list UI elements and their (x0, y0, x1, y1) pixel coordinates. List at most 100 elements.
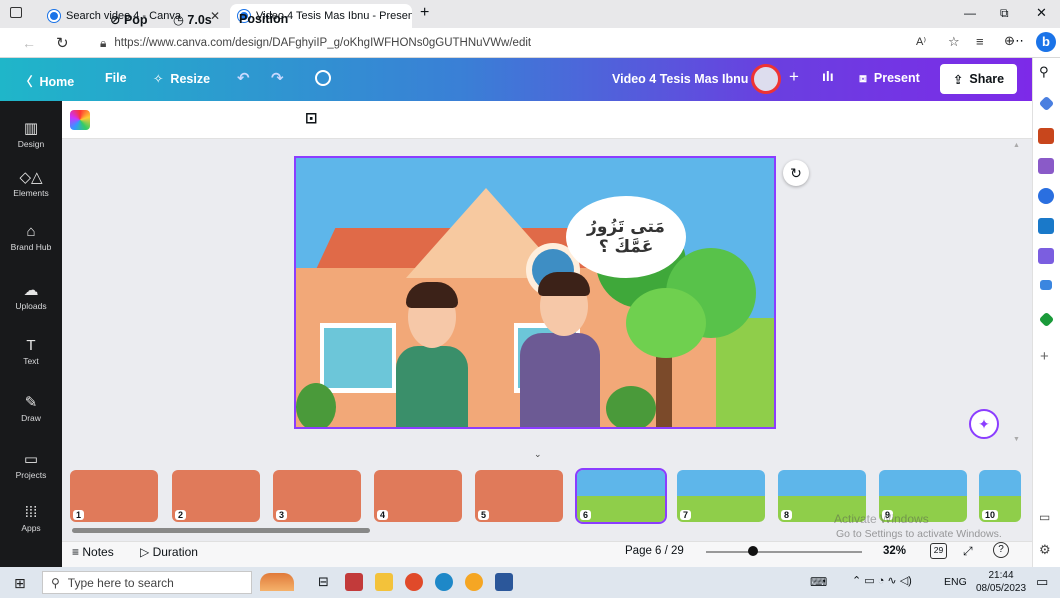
folder-icon: ▭ (23, 451, 39, 468)
boy-right-body (520, 333, 600, 427)
url-field[interactable]: 🔒︎ https://www.canva.com/design/DAFghyiI… (100, 32, 840, 54)
fullscreen-icon[interactable]: ⤢ (963, 544, 973, 559)
app-icon[interactable] (345, 573, 363, 591)
tab-actions-icon[interactable] (10, 7, 22, 18)
favorites-list-icon[interactable]: ≡ (976, 34, 984, 49)
rail-brand-hub[interactable]: ⌂ Brand Hub (0, 223, 62, 252)
language-indicator[interactable]: ENG (944, 576, 967, 588)
slide-canvas[interactable]: مَتى تَزُورُ عَمَّكَ ؟ (294, 156, 776, 429)
play-icon: ▷ (140, 545, 150, 559)
page-indicator[interactable]: Page 6 / 29 (625, 545, 684, 557)
thumbnail[interactable]: 10 (979, 470, 1021, 522)
insights-icon[interactable]: ılı (822, 68, 834, 84)
add-sidebar-icon[interactable]: + (1040, 348, 1049, 365)
redo-icon[interactable]: ↷ (271, 69, 284, 87)
position-button[interactable]: Position (239, 12, 288, 26)
settings-icon[interactable]: ⚙ (1039, 542, 1051, 558)
lock-toggle-icon[interactable]: ⊡ (305, 109, 318, 127)
start-icon[interactable]: ⊞ (14, 575, 26, 592)
thumbnail[interactable]: 1 (70, 470, 158, 522)
clock[interactable]: 21:44 08/05/2023 (976, 569, 1026, 595)
system-tray-icons[interactable]: ⌃ ▭ ◔ ∿ ◁) (852, 574, 912, 587)
text-icon: T (26, 337, 36, 354)
games-icon[interactable] (1038, 158, 1054, 174)
thumbnail[interactable]: 2 (172, 470, 260, 522)
rail-text[interactable]: T Text (0, 337, 62, 366)
boy-left-body (396, 346, 468, 427)
color-picker-icon[interactable] (70, 110, 90, 130)
keyboard-icon[interactable]: ⌨ (810, 575, 827, 589)
tools-icon[interactable] (1038, 128, 1054, 144)
grid-view-button[interactable]: 29 (930, 543, 947, 559)
rail-apps[interactable]: ⁞⁞⁞ Apps (0, 504, 62, 533)
lock-icon: 🔒︎ (100, 35, 107, 50)
apps-icon: ⁞⁞⁞ (24, 504, 38, 521)
share-icon: ⇪ (952, 72, 964, 87)
back-icon[interactable]: ← (22, 35, 36, 51)
brand-icon: ⌂ (26, 223, 36, 240)
resize-button[interactable]: ✧ Resize (153, 71, 210, 86)
zoom-slider[interactable] (706, 551, 862, 553)
rail-uploads[interactable]: ☁ Uploads (0, 281, 62, 311)
zoom-slider-handle[interactable] (748, 546, 758, 556)
reload-icon[interactable]: ↻ (56, 34, 69, 52)
magic-icon[interactable]: ✦ (969, 409, 999, 439)
undo-icon[interactable]: ↶ (237, 69, 250, 87)
chrome-icon[interactable] (405, 573, 423, 591)
new-tab-icon[interactable]: + (420, 4, 429, 22)
office-icon[interactable] (1038, 188, 1054, 204)
rail-elements[interactable]: ◇△ Elements (0, 168, 62, 198)
duration-button[interactable]: ▷ Duration (140, 545, 198, 559)
invite-icon[interactable]: + (789, 67, 799, 87)
search-icon[interactable]: ⚲ (1039, 64, 1049, 80)
thumbnail[interactable]: 7 (677, 470, 765, 522)
search-icon: ⚲ (51, 575, 60, 590)
notes-button[interactable]: ≡ Notes (72, 545, 114, 559)
taskbar-search[interactable]: ⚲ Type here to search (42, 571, 252, 594)
animate-button[interactable]: ⊘ Pop (110, 12, 148, 27)
design-title[interactable]: Video 4 Tesis Mas Ibnu (612, 72, 748, 86)
collapse-strip-icon[interactable]: ⌄ (534, 449, 542, 460)
designer-icon[interactable] (1038, 248, 1054, 264)
rail-design[interactable]: ▥ Design (0, 119, 62, 149)
window-close-icon[interactable]: ✕ (1036, 5, 1047, 21)
widgets-icon[interactable] (260, 573, 294, 591)
scroll-down-icon[interactable]: ▼ (1013, 436, 1020, 443)
outlook-icon[interactable] (1038, 218, 1054, 234)
thumbnail[interactable]: 5 (475, 470, 563, 522)
home-button[interactable]: 〈 Home (20, 71, 74, 90)
timing-button[interactable]: ◷ 7.0s (173, 12, 212, 27)
thumbnail[interactable]: 3 (273, 470, 361, 522)
restore-icon[interactable]: ⧉ (1000, 6, 1009, 21)
notifications-icon[interactable]: ▭ (1036, 574, 1048, 590)
edge-icon[interactable] (435, 573, 453, 591)
canva-favicon-icon (48, 10, 60, 22)
task-view-icon[interactable]: ⊟ (318, 574, 329, 590)
share-button[interactable]: ⇪ Share (940, 64, 1017, 94)
read-aloud-icon[interactable]: A⁾ (916, 35, 926, 48)
comment-icon[interactable]: ↻ (783, 160, 809, 186)
rail-projects[interactable]: ▭ Projects (0, 450, 62, 480)
help-icon[interactable]: ? (993, 542, 1009, 558)
favorite-icon[interactable]: ☆ (948, 34, 960, 50)
search-app-icon[interactable] (465, 573, 483, 591)
file-menu-button[interactable]: File (105, 71, 127, 85)
sidebar-toggle-icon[interactable]: ▭ (1039, 510, 1050, 524)
file-explorer-icon[interactable] (375, 573, 393, 591)
save-status-icon[interactable] (315, 70, 331, 86)
browser-tab-bar: Search video 4 - Canva ✕ Video 4 Tesis M… (0, 0, 1060, 28)
word-icon[interactable] (495, 573, 513, 591)
scroll-up-icon[interactable]: ▲ (1013, 142, 1020, 149)
present-button[interactable]: ⧈ Present (859, 71, 920, 86)
avatar[interactable] (751, 64, 781, 94)
activate-windows-title: Activate Windows (834, 512, 929, 526)
send-icon[interactable] (1040, 280, 1052, 290)
rail-draw[interactable]: ✎ Draw (0, 393, 62, 423)
strip-scrollbar[interactable] (72, 528, 370, 533)
zoom-level[interactable]: 32% (883, 545, 906, 557)
thumbnail-selected[interactable]: 6 (575, 468, 667, 524)
more-icon[interactable]: ⋯ (1011, 33, 1024, 49)
thumbnail[interactable]: 4 (374, 470, 462, 522)
bing-icon[interactable]: b (1036, 32, 1056, 52)
minimize-icon[interactable]: — (964, 6, 976, 20)
